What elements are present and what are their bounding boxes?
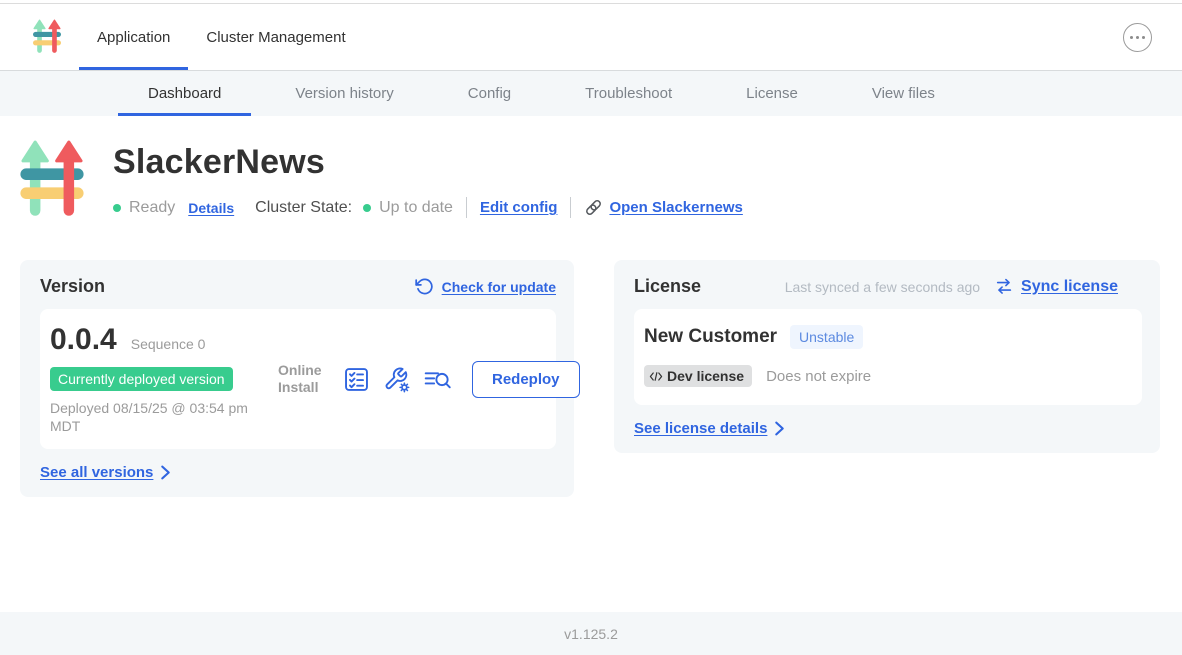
version-card-title: Version — [40, 276, 105, 297]
see-license-details-label: See license details — [634, 420, 767, 437]
slackernews-logo-icon — [33, 19, 61, 55]
license-type-label: Dev license — [667, 368, 744, 384]
license-expiration: Does not expire — [766, 368, 871, 385]
tab-cluster-management-label: Cluster Management — [206, 29, 345, 46]
top-bar: Application Cluster Management — [0, 4, 1182, 71]
currently-deployed-badge: Currently deployed version — [50, 367, 233, 391]
subnav-tab-license[interactable]: License — [716, 71, 828, 116]
app-status-dot — [113, 204, 121, 212]
dashboard-main: SlackerNews Ready Details Cluster State:… — [0, 116, 1182, 612]
overflow-menu-button[interactable] — [1123, 23, 1152, 52]
version-number: 0.0.4 — [50, 323, 117, 357]
app-sub-nav: Dashboard Version history Config Trouble… — [0, 71, 1182, 116]
see-all-versions-label: See all versions — [40, 464, 153, 481]
refresh-icon — [415, 277, 434, 296]
app-logo-icon — [20, 140, 84, 220]
subnav-troubleshoot-label: Troubleshoot — [585, 85, 672, 102]
console-version: v1.125.2 — [564, 626, 618, 642]
cluster-state-label: Cluster State: — [255, 199, 352, 217]
check-for-update-link[interactable]: Check for update — [415, 277, 556, 296]
subnav-tab-troubleshoot[interactable]: Troubleshoot — [555, 71, 702, 116]
license-card: License Last synced a few seconds ago Sy… — [614, 260, 1160, 453]
preflight-checklist-icon[interactable] — [343, 366, 370, 393]
chevron-right-icon — [774, 421, 785, 436]
deployed-timestamp: Deployed 08/15/25 @ 03:54 pm MDT — [50, 399, 264, 435]
license-summary-panel: New Customer Unstable Dev license — [634, 309, 1142, 405]
divider — [570, 197, 571, 218]
cluster-state-text: Up to date — [379, 199, 453, 217]
page-title: SlackerNews — [113, 143, 743, 182]
check-for-update-label: Check for update — [442, 279, 556, 295]
install-type-label: Online Install — [278, 362, 330, 396]
sync-license-label: Sync license — [1021, 278, 1118, 296]
edit-config-link[interactable]: Edit config — [480, 199, 558, 216]
code-brackets-icon — [649, 371, 663, 382]
sync-arrows-icon — [994, 277, 1014, 296]
dashboard-cards: Version Check for update 0.0.4 Sequ — [20, 260, 1160, 497]
subnav-license-label: License — [746, 85, 798, 102]
customer-name: New Customer — [644, 326, 777, 348]
app-status-text: Ready — [129, 199, 175, 217]
see-license-details-link[interactable]: See license details — [634, 420, 1142, 437]
console-footer: v1.125.2 — [0, 612, 1182, 655]
ellipsis-menu-icon — [1130, 36, 1133, 39]
app-status-row: Ready Details Cluster State: Up to date … — [113, 197, 743, 218]
tab-application[interactable]: Application — [79, 4, 188, 70]
wrench-gear-config-icon[interactable] — [383, 366, 410, 393]
divider — [466, 197, 467, 218]
subnav-tab-config[interactable]: Config — [438, 71, 541, 116]
tab-cluster-management[interactable]: Cluster Management — [188, 4, 363, 70]
license-card-title: License — [634, 276, 701, 297]
open-app-link-label: Open Slackernews — [609, 199, 742, 216]
license-last-synced: Last synced a few seconds ago — [785, 279, 980, 295]
channel-badge: Unstable — [790, 325, 863, 349]
cluster-state-dot — [363, 204, 371, 212]
subnav-version-history-label: Version history — [295, 85, 393, 102]
subnav-tab-dashboard[interactable]: Dashboard — [118, 71, 251, 116]
version-card: Version Check for update 0.0.4 Sequ — [20, 260, 574, 497]
app-header: SlackerNews Ready Details Cluster State:… — [20, 140, 1160, 220]
redeploy-button[interactable]: Redeploy — [472, 361, 580, 398]
details-link[interactable]: Details — [188, 200, 234, 216]
version-sequence: Sequence 0 — [131, 336, 206, 352]
view-files-search-icon[interactable] — [423, 366, 452, 393]
chevron-right-icon — [160, 465, 171, 480]
see-all-versions-link[interactable]: See all versions — [40, 464, 556, 481]
tab-application-label: Application — [97, 29, 170, 46]
subnav-view-files-label: View files — [872, 85, 935, 102]
subnav-tab-view-files[interactable]: View files — [842, 71, 965, 116]
chain-link-icon — [584, 198, 603, 217]
primary-nav: Application Cluster Management — [79, 4, 364, 70]
subnav-config-label: Config — [468, 85, 511, 102]
subnav-tab-version-history[interactable]: Version history — [265, 71, 423, 116]
open-app-link[interactable]: Open Slackernews — [584, 198, 742, 217]
current-version-panel: 0.0.4 Sequence 0 Currently deployed vers… — [40, 309, 556, 449]
subnav-dashboard-label: Dashboard — [148, 85, 221, 102]
sync-license-link[interactable]: Sync license — [994, 277, 1118, 296]
license-type-badge: Dev license — [644, 365, 752, 387]
